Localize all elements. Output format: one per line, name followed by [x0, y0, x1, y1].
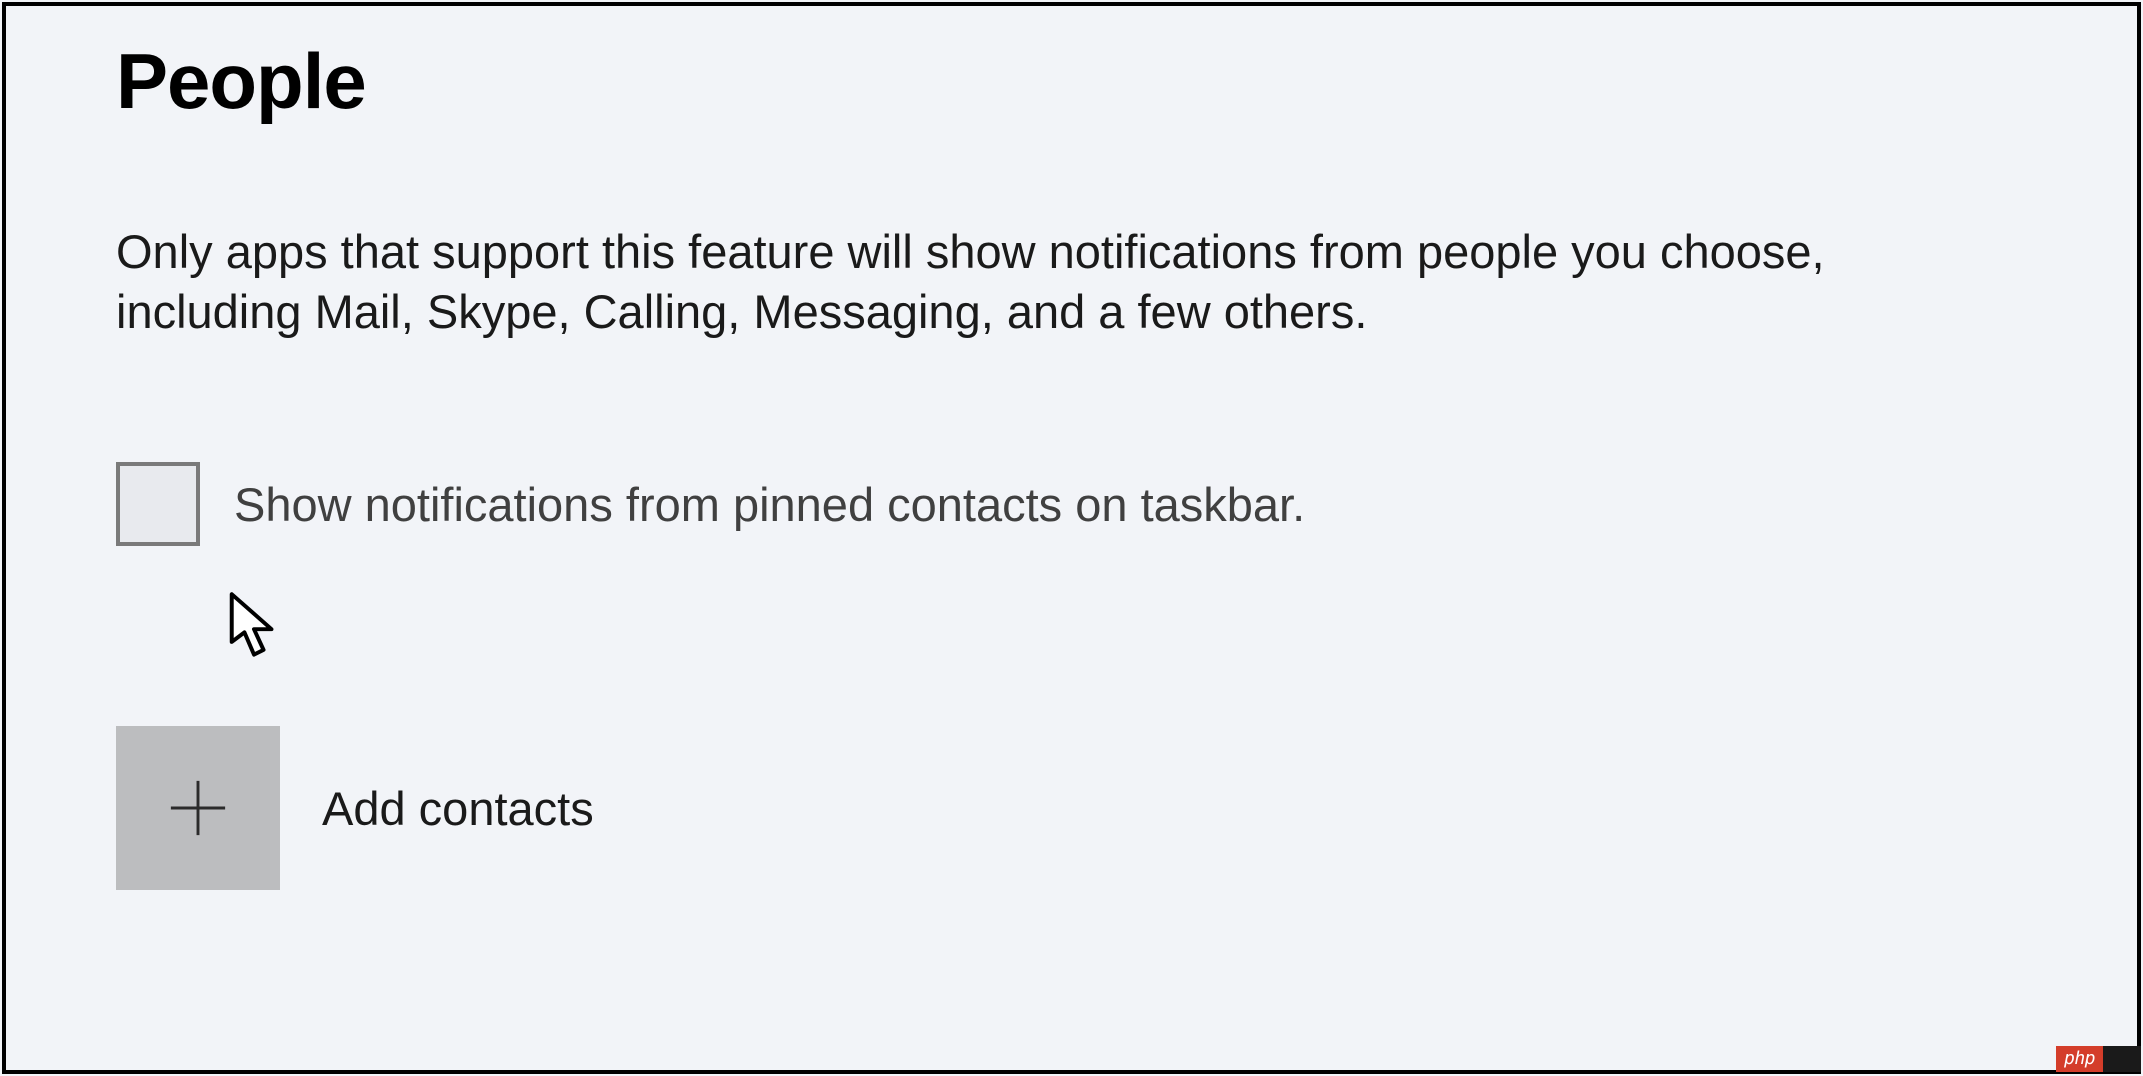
- feature-description: Only apps that support this feature will…: [116, 222, 1976, 342]
- watermark-badge: php: [2056, 1046, 2141, 1072]
- plus-icon: [167, 777, 229, 839]
- page-title: People: [116, 36, 2027, 127]
- add-contacts-row: Add contacts: [116, 726, 2027, 890]
- show-notifications-row: Show notifications from pinned contacts …: [116, 462, 2027, 546]
- show-notifications-checkbox[interactable]: [116, 462, 200, 546]
- watermark-text: php: [2056, 1046, 2103, 1072]
- add-contacts-label[interactable]: Add contacts: [322, 781, 594, 836]
- watermark-right: [2103, 1046, 2141, 1072]
- add-contacts-button[interactable]: [116, 726, 280, 890]
- show-notifications-label[interactable]: Show notifications from pinned contacts …: [234, 477, 1305, 532]
- people-settings-panel: People Only apps that support this featu…: [2, 2, 2141, 1074]
- cursor-icon: [228, 591, 280, 661]
